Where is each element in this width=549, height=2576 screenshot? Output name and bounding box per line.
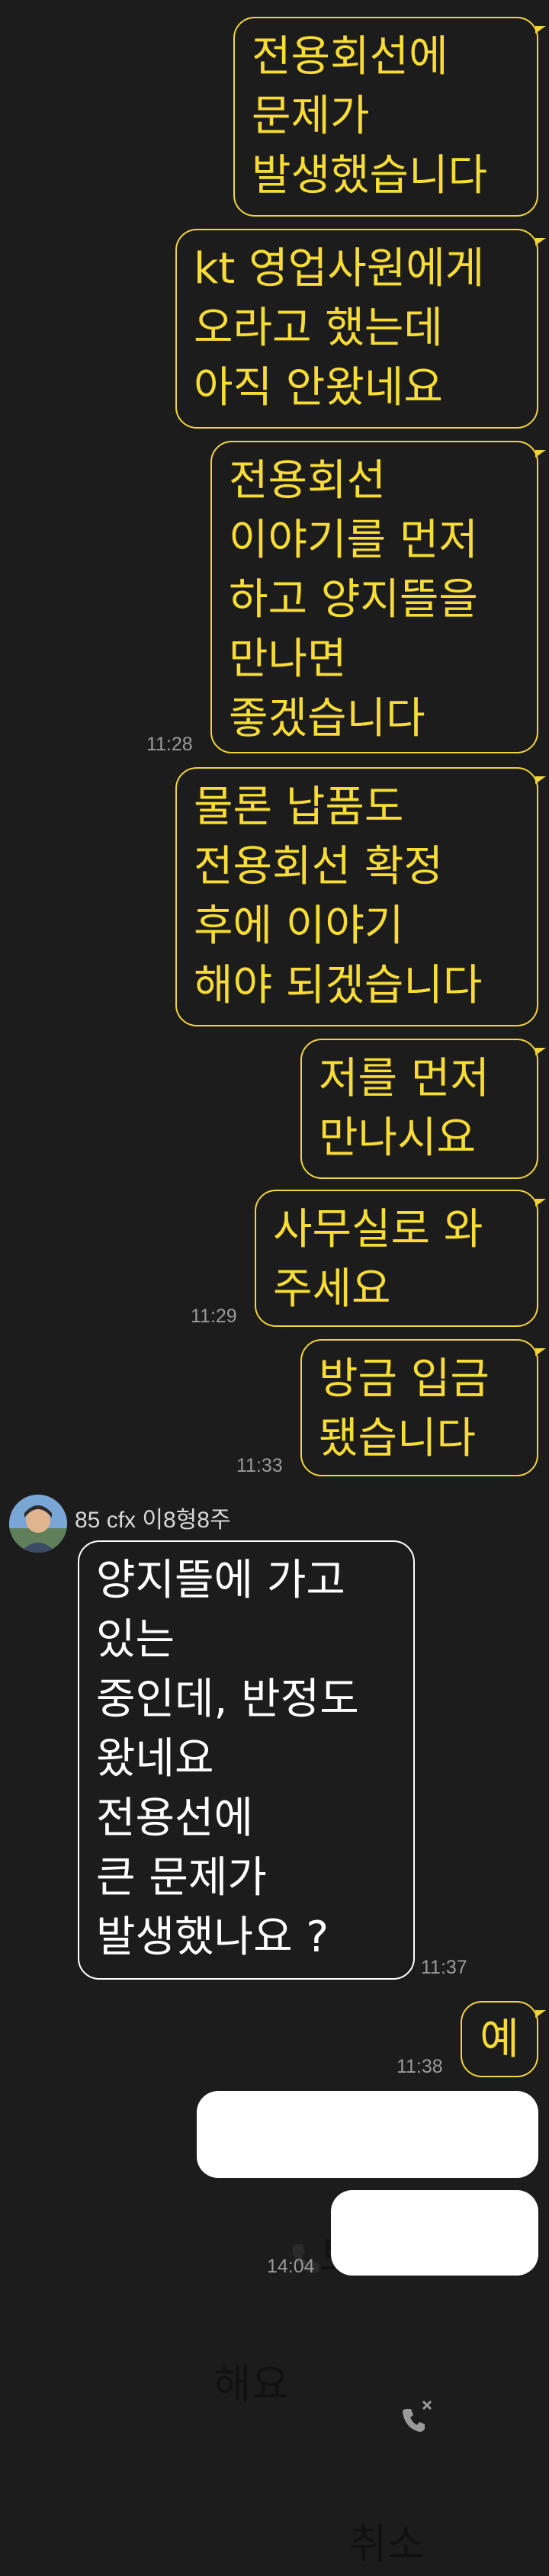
message-bubble-outgoing[interactable]: 방금 입금 됐습니다 <box>300 1339 546 1476</box>
sender-name: 85 cfx 이8형8주 <box>75 1508 231 1533</box>
message-bubble-outgoing[interactable]: kt 영업사원에게 오라고 했는데 아직 안왔네요 <box>175 229 546 429</box>
avatar-image <box>9 1495 67 1553</box>
message-timestamp: 11:33 <box>236 1455 283 1476</box>
call-cancel-bubble[interactable]: 취소 <box>331 2190 538 2568</box>
message-timestamp: 11:29 <box>191 1306 237 1327</box>
message-timestamp: 11:37 <box>421 1957 467 1978</box>
phone-cancel-icon <box>349 2326 432 2513</box>
message-bubble-outgoing[interactable]: 전용회선 이야기를 먼저 하고 양지뜰을 만나면 좋겠습니다 <box>210 441 546 753</box>
voicetalk-button[interactable]: 보이스톡 해요 <box>197 2091 538 2408</box>
cancel-label: 취소 <box>349 2520 425 2568</box>
message-bubble-outgoing[interactable]: 사무실로 와 주세요 <box>255 1190 546 1327</box>
message-bubble-outgoing[interactable]: 물론 납품도 전용회선 확정 후에 이야기 해야 되겠습니다 <box>175 767 546 1026</box>
message-timestamp: 11:28 <box>146 734 193 755</box>
message-bubble-outgoing[interactable]: 저를 먼저 만나시요 <box>300 1039 546 1179</box>
avatar[interactable] <box>9 1495 67 1553</box>
message-timestamp: 14:04 <box>267 2256 315 2277</box>
message-bubble-outgoing[interactable]: 예 <box>461 2001 546 2077</box>
message-bubble-incoming[interactable]: 양지뜰에 가고 있는 중인데, 반정도 왔네요 전용선에 큰 문제가 발생했나요… <box>78 1540 415 1980</box>
message-timestamp: 11:38 <box>396 2056 443 2077</box>
message-bubble-outgoing[interactable]: 전용회선에 문제가 발생했습니다 <box>233 17 546 217</box>
